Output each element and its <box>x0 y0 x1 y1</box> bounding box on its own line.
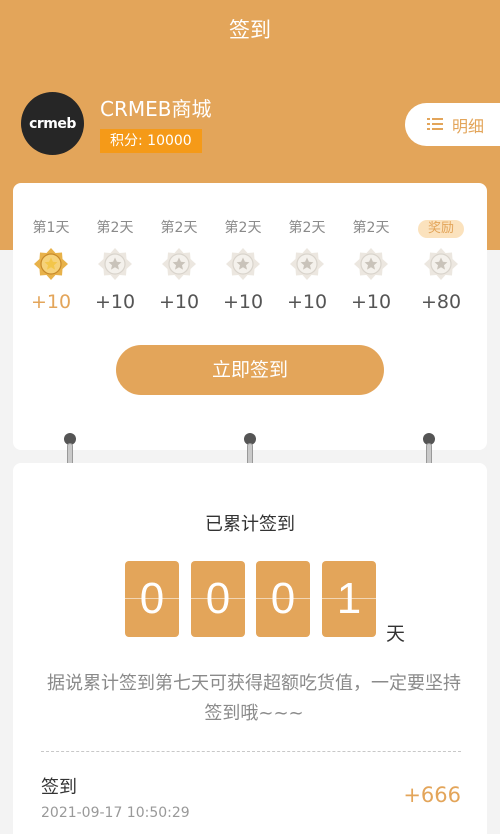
digit-2: 0 <box>191 561 245 637</box>
sign-in-card: 第1天 +10 第2天 +10 第2天 +10 第2天 +10 第2天 +10 第2天 +10 奖励 +8… <box>13 183 487 450</box>
avatar: crmeb <box>21 92 84 155</box>
avatar-logo-text: crmeb <box>29 115 76 132</box>
gold-star-badge-icon <box>32 245 70 283</box>
record-time: 2021-09-17 10:50:29 <box>41 805 190 821</box>
digit-4: 1 <box>322 561 376 637</box>
grey-star-badge-icon <box>422 245 460 283</box>
grey-star-badge-icon <box>96 245 134 283</box>
detail-button-label: 明细 <box>452 116 485 136</box>
day-item: 第2天 +10 <box>149 219 209 313</box>
total-unit: 天 <box>386 623 406 645</box>
day-item: 第2天 +10 <box>213 219 273 313</box>
reward-pill: 奖励 <box>417 220 464 238</box>
day-points: +10 <box>94 291 136 313</box>
digit-1: 0 <box>125 561 179 637</box>
day-item: 第2天 +10 <box>85 219 145 313</box>
day-points: +10 <box>158 291 200 313</box>
digit-3: 0 <box>256 561 310 637</box>
grey-star-badge-icon <box>288 245 326 283</box>
grey-star-badge-icon <box>224 245 262 283</box>
total-label: 已累计签到 <box>205 514 295 535</box>
record-title: 签到 <box>41 777 77 798</box>
hint-text: 据说累计签到第七天可获得超额吃货值，一定要坚持签到哦~~~ <box>47 673 461 724</box>
day-label: 第2天 <box>352 220 390 236</box>
record-value: +666 <box>403 783 461 807</box>
grey-star-badge-icon <box>352 245 390 283</box>
day-points: +10 <box>350 291 392 313</box>
day-label: 第2天 <box>96 220 134 236</box>
day-label: 第2天 <box>224 220 262 236</box>
day-item: 奖励 +80 <box>411 219 471 313</box>
day-item: 第1天 +10 <box>21 219 81 313</box>
day-label: 第2天 <box>160 220 198 236</box>
day-label: 第2天 <box>288 220 326 236</box>
points-badge: 积分: 10000 <box>100 129 202 153</box>
day-points: +10 <box>222 291 264 313</box>
day-points: +80 <box>420 291 462 313</box>
page-title: 签到 <box>229 18 271 42</box>
grey-star-badge-icon <box>160 245 198 283</box>
day-item: 第2天 +10 <box>341 219 401 313</box>
store-name: CRMEB商城 <box>100 97 212 121</box>
day-points: +10 <box>30 291 72 313</box>
detail-button[interactable]: 明细 <box>405 103 500 146</box>
day-item: 第2天 +10 <box>277 219 337 313</box>
total-card: 已累计签到 0 0 0 1 天 据说累计签到第七天可获得超额吃货值，一定要坚持签… <box>13 463 487 834</box>
day-label: 第1天 <box>32 220 70 236</box>
divider <box>41 751 461 752</box>
day-points: +10 <box>286 291 328 313</box>
sign-in-button[interactable]: 立即签到 <box>116 345 384 395</box>
list-icon <box>427 118 443 131</box>
